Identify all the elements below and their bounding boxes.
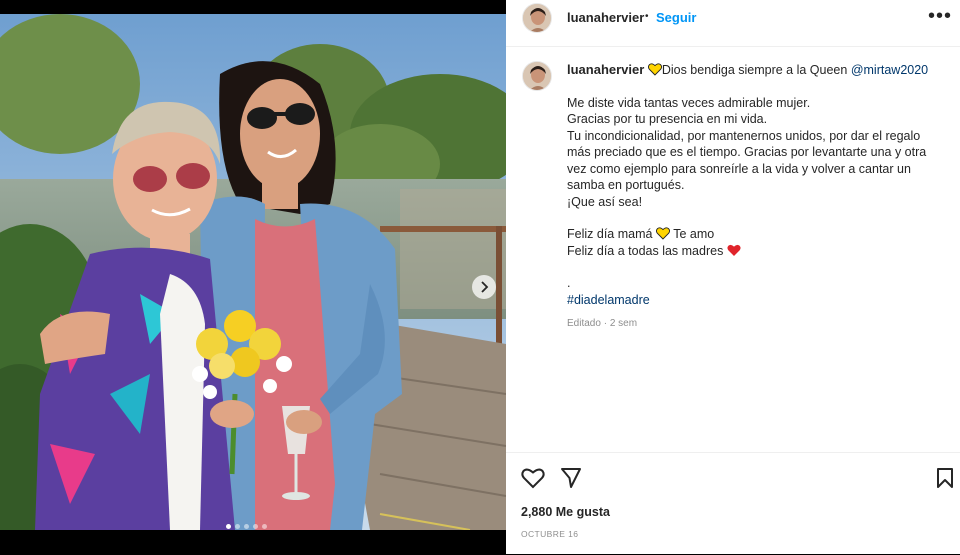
carousel-dot — [235, 524, 240, 529]
instagram-post-window: luanahervier • Seguir ••• luanahervier D… — [0, 0, 960, 554]
edited-meta: Editado · 2 sem — [567, 316, 947, 333]
post-photo-art — [0, 14, 506, 530]
heart-icon — [521, 468, 545, 489]
caption-line: Feliz día mamá — [567, 227, 653, 241]
caption-line: ¡Que así sea! — [567, 194, 643, 209]
yellow-heart-icon — [647, 63, 662, 76]
caption-line: Gracias por tu presencia en mi vida. — [567, 112, 768, 126]
post-date[interactable]: OCTUBRE 16 — [521, 529, 578, 539]
caption-line: Te amo — [673, 227, 715, 241]
caption-intro: Dios bendiga siempre a la Queen — [661, 63, 848, 77]
carousel-dot — [262, 524, 267, 529]
chevron-right-icon — [481, 281, 489, 293]
caption-line: Me diste vida tantas veces admirable muj… — [567, 95, 811, 110]
post-header: luanahervier • Seguir ••• — [506, 0, 960, 47]
edited-time[interactable]: 2 sem — [610, 318, 637, 329]
avatar[interactable] — [522, 3, 552, 33]
post-photo[interactable] — [0, 14, 506, 530]
avatar-image — [523, 4, 551, 32]
bottom-letterbox — [0, 530, 506, 554]
post-username[interactable]: luanahervier — [567, 10, 644, 25]
post-details-panel: luanahervier • Seguir ••• luanahervier D… — [506, 0, 960, 554]
caption-line: Tu incondicionalidad, por mantenernos un… — [567, 128, 927, 193]
post-actions: 2,880 Me gusta OCTUBRE 16 — [506, 452, 960, 555]
caption-section: luanahervier Dios bendiga siempre a la Q… — [506, 47, 960, 452]
likes-count[interactable]: 2,880 Me gusta — [521, 505, 610, 519]
edited-separator: · — [603, 318, 608, 329]
carousel-dot — [253, 524, 258, 529]
red-heart-icon — [727, 244, 741, 256]
top-letterbox — [0, 0, 506, 14]
more-options-button[interactable]: ••• — [928, 6, 952, 26]
avatar-image — [523, 62, 551, 90]
carousel-indicator — [226, 524, 267, 529]
caption-avatar[interactable] — [522, 61, 552, 91]
caption-dot: . — [567, 276, 571, 290]
bookmark-icon — [937, 468, 953, 488]
edited-label: Editado — [567, 318, 601, 329]
save-button[interactable] — [936, 468, 954, 493]
caption-line: Feliz día a todas las madres — [567, 243, 724, 258]
carousel-dot — [226, 524, 231, 529]
carousel-next-button[interactable] — [472, 275, 496, 299]
follow-button[interactable]: Seguir — [656, 10, 696, 25]
share-icon — [561, 468, 581, 488]
yellow-heart-icon — [655, 227, 670, 240]
header-separator: • — [645, 11, 649, 22]
like-button[interactable] — [521, 467, 545, 494]
caption-username[interactable]: luanahervier — [567, 62, 644, 77]
hashtag-link[interactable]: #diadelamadre — [567, 293, 650, 307]
more-icon: ••• — [927, 5, 952, 27]
caption-mention-link[interactable]: @mirtaw2020 — [851, 63, 928, 77]
carousel-dot — [244, 524, 249, 529]
caption-text: luanahervier Dios bendiga siempre a la Q… — [567, 62, 947, 333]
share-button[interactable] — [560, 467, 582, 494]
